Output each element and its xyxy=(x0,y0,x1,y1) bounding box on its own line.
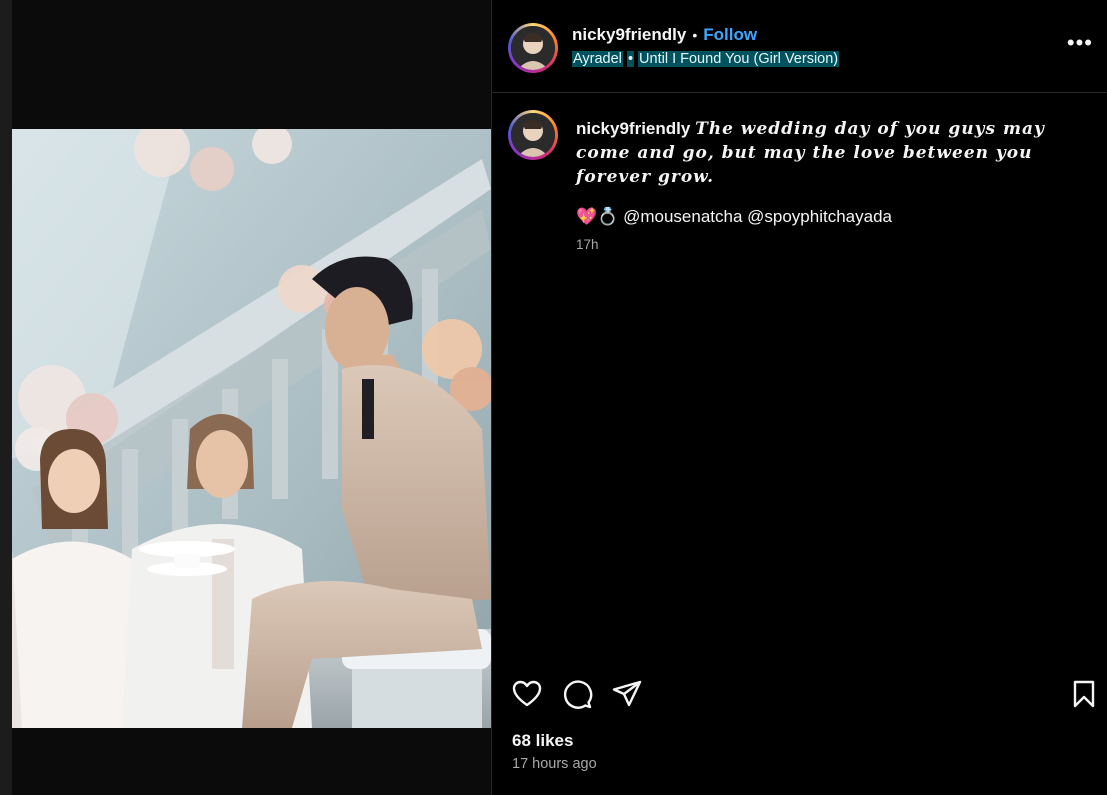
bookmark-icon[interactable] xyxy=(1068,678,1100,710)
caption-avatar[interactable] xyxy=(508,110,558,160)
action-bar xyxy=(492,672,1107,716)
media-pane xyxy=(12,0,491,795)
music-title[interactable]: Until I Found You (Girl Version) xyxy=(638,51,840,67)
follow-button[interactable]: Follow xyxy=(703,25,757,44)
avatar[interactable] xyxy=(508,23,558,73)
music-artist[interactable]: Ayradel xyxy=(572,51,623,67)
separator-dot: • xyxy=(692,27,698,43)
left-edge xyxy=(0,0,12,795)
header-line: nicky9friendly • Follow xyxy=(572,25,757,45)
avatar-image xyxy=(511,26,555,70)
caption-time: 17h xyxy=(576,237,599,252)
more-options-icon[interactable]: ••• xyxy=(1067,30,1093,56)
post-header: nicky9friendly • Follow Ayradel • Until I … xyxy=(492,0,1107,93)
share-icon[interactable] xyxy=(611,678,643,710)
music-separator: • xyxy=(626,51,635,67)
post-sidebar: nicky9friendly • Follow Ayradel • Until I … xyxy=(492,0,1107,795)
tagged-users: 💖💍 @mousenatcha @spoyphitchayada xyxy=(576,207,892,227)
tag-links[interactable]: @mousenatcha @spoyphitchayada xyxy=(623,207,892,226)
heart-icon[interactable] xyxy=(511,678,543,710)
likes-count[interactable]: 68 likes xyxy=(512,731,573,751)
comment-icon[interactable] xyxy=(561,678,593,710)
post-photo[interactable] xyxy=(12,129,491,728)
caption-text: nicky9friendly The wedding day of you gu… xyxy=(576,117,1046,189)
music-line: Ayradel • Until I Found You (Girl Versio… xyxy=(572,51,840,67)
caption-avatar-image xyxy=(511,113,555,157)
post-timestamp[interactable]: 17 hours ago xyxy=(512,756,597,772)
caption-username[interactable]: nicky9friendly xyxy=(576,119,690,138)
heart-ring-emoji: 💖💍 xyxy=(576,207,619,226)
username-link[interactable]: nicky9friendly xyxy=(572,25,686,44)
